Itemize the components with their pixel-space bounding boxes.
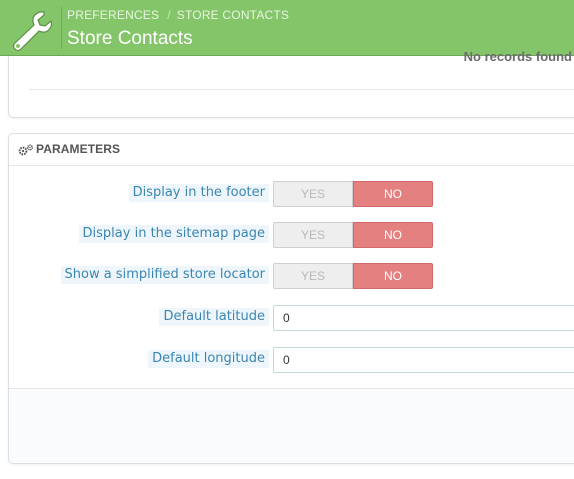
store-locator-setting-row: Show a simplified store locator YES NO (9, 263, 574, 289)
page-title: Store Contacts (67, 28, 193, 49)
latitude-label: Default latitude (159, 308, 269, 326)
sitemap-setting-label: Display in the sitemap page (78, 225, 269, 243)
header-divider (61, 7, 62, 49)
longitude-row: Default longitude 0 (9, 347, 574, 373)
breadcrumb-store-contacts[interactable]: STORE CONTACTS (177, 8, 289, 22)
table-divider (29, 89, 574, 90)
latitude-input[interactable]: 0 (273, 305, 574, 331)
footer-yes-option[interactable]: YES (273, 181, 353, 207)
store-locator-no-option[interactable]: NO (353, 263, 433, 289)
parameters-header: PARAMETERS (9, 134, 574, 166)
sitemap-yes-option[interactable]: YES (273, 222, 353, 248)
parameters-footer (9, 388, 574, 463)
breadcrumb-separator: / (167, 8, 171, 22)
footer-setting-row: Display in the footer YES NO (9, 181, 574, 207)
store-list-panel: No records found (8, 49, 574, 118)
parameters-heading: PARAMETERS (36, 142, 121, 156)
sitemap-no-option[interactable]: NO (353, 222, 433, 248)
latitude-row: Default latitude 0 (9, 305, 574, 331)
store-locator-yes-option[interactable]: YES (273, 263, 353, 289)
store-locator-setting-label: Show a simplified store locator (60, 266, 269, 284)
longitude-input[interactable]: 0 (273, 347, 574, 373)
longitude-label: Default longitude (148, 350, 269, 368)
wrench-icon (12, 11, 52, 52)
store-locator-toggle[interactable]: YES NO (273, 263, 433, 289)
footer-toggle[interactable]: YES NO (273, 181, 433, 207)
parameters-panel: PARAMETERS Display in the footer YES NO … (8, 133, 574, 464)
breadcrumb-preferences[interactable]: PREFERENCES (67, 8, 159, 22)
sitemap-setting-row: Display in the sitemap page YES NO (9, 222, 574, 248)
footer-no-option[interactable]: NO (353, 181, 433, 207)
page-header: PREFERENCES / STORE CONTACTS Store Contact… (0, 0, 574, 56)
sitemap-toggle[interactable]: YES NO (273, 222, 433, 248)
cogs-icon (18, 144, 34, 156)
breadcrumb: PREFERENCES / STORE CONTACTS (67, 8, 289, 22)
no-records-text: No records found (463, 49, 572, 64)
footer-setting-label: Display in the footer (128, 184, 269, 202)
